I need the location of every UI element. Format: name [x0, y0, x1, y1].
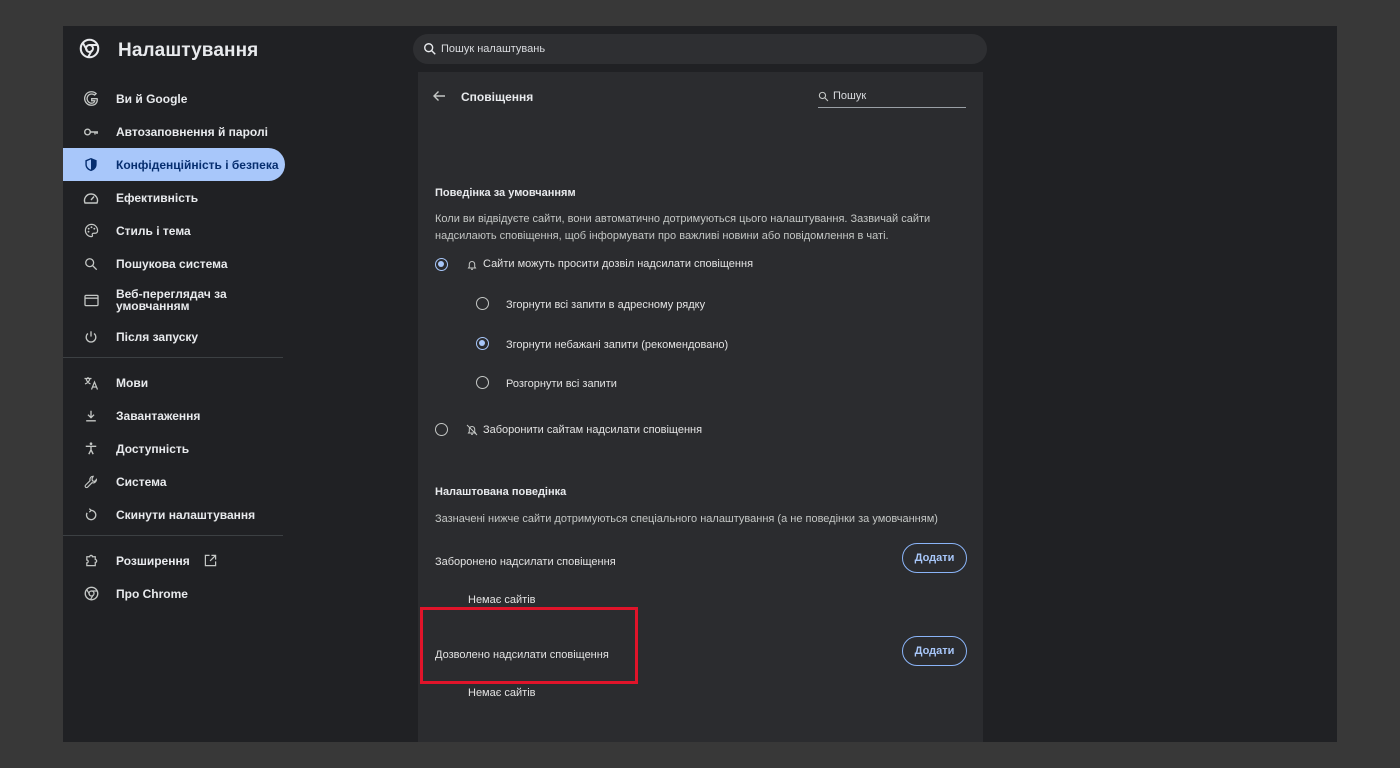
sidebar-item-about-chrome[interactable]: Про Chrome	[63, 577, 285, 610]
default-behavior-heading: Поведінка за умовчанням	[435, 187, 576, 199]
sidebar-item-appearance[interactable]: Стиль і тема	[63, 214, 285, 247]
sidebar-divider	[63, 535, 283, 536]
subpage-header: Сповіщення Пошук	[418, 72, 983, 120]
sidebar-item-label: Конфіденційність і безпека	[116, 157, 279, 172]
sidebar-item-label: Автозаповнення й паролі	[116, 124, 268, 139]
sidebar-item-label: Розширення	[116, 553, 190, 568]
key-icon	[83, 124, 99, 140]
sidebar-item-system[interactable]: Система	[63, 465, 285, 498]
sidebar-item-label: Після запуску	[116, 329, 199, 344]
sidebar-item-you-and-google[interactable]: Ви й Google	[63, 82, 285, 115]
puzzle-icon	[83, 553, 99, 569]
custom-behavior-description: Зазначені нижче сайти дотримуються спеці…	[435, 513, 938, 525]
highlight-annotation-box	[420, 607, 638, 684]
sidebar: Ви й Google Автозаповнення й паролі Конф…	[63, 82, 285, 610]
expand-all-label: Розгорнути всі запити	[506, 378, 617, 390]
sidebar-item-label: Доступність	[116, 441, 190, 456]
block-notifications-label: Заборонити сайтам надсилати сповіщення	[483, 424, 703, 436]
back-arrow-icon[interactable]	[432, 89, 446, 103]
google-g-icon	[83, 91, 99, 107]
blocked-sites-label: Заборонено надсилати сповіщення	[435, 556, 616, 568]
palette-icon	[83, 223, 99, 239]
page-title: Налаштування	[118, 40, 259, 61]
sidebar-item-label: Система	[116, 474, 167, 489]
bell-off-icon	[466, 424, 478, 436]
sidebar-item-accessibility[interactable]: Доступність	[63, 432, 285, 465]
shield-icon	[83, 157, 99, 173]
settings-search-input[interactable]: Пошук налаштувань	[413, 34, 987, 64]
sidebar-item-downloads[interactable]: Завантаження	[63, 399, 285, 432]
sidebar-item-extensions[interactable]: Розширення	[63, 544, 285, 577]
search-icon	[818, 91, 829, 102]
search-icon	[83, 256, 99, 272]
custom-behavior-heading: Налаштована поведінка	[435, 486, 567, 498]
wrench-icon	[83, 474, 99, 490]
sidebar-item-reset[interactable]: Скинути налаштування	[63, 498, 285, 531]
chrome-logo-icon	[79, 38, 100, 59]
blocked-empty-text: Немає сайтів	[468, 594, 536, 606]
allow-requests-radio[interactable]	[435, 258, 448, 271]
sidebar-item-label: Стиль і тема	[116, 223, 191, 238]
search-placeholder: Пошук налаштувань	[441, 43, 546, 55]
translate-icon	[83, 375, 99, 391]
sidebar-item-label: Ви й Google	[116, 91, 188, 106]
block-notifications-radio[interactable]	[435, 423, 448, 436]
accessibility-icon	[83, 441, 99, 457]
default-behavior-description: Коли ви відвідуєте сайти, вони автоматич…	[435, 213, 931, 242]
sidebar-item-label: Мови	[116, 375, 149, 390]
notifications-search-input[interactable]: Пошук	[818, 88, 966, 108]
reset-icon	[83, 507, 99, 523]
sidebar-item-default-browser[interactable]: Веб-переглядач за умовчанням	[63, 280, 285, 320]
sidebar-divider	[63, 357, 283, 358]
sidebar-item-performance[interactable]: Ефективність	[63, 181, 285, 214]
sidebar-item-label: Скинути налаштування	[116, 507, 256, 522]
settings-window: Налаштування Пошук налаштувань Ви й Goog…	[63, 26, 1337, 742]
subpage-title: Сповіщення	[461, 90, 534, 104]
add-allowed-site-button[interactable]: Додати	[902, 636, 967, 666]
collapse-all-radio[interactable]	[476, 297, 489, 310]
sidebar-item-autofill[interactable]: Автозаповнення й паролі	[63, 115, 285, 148]
speedometer-icon	[83, 190, 99, 206]
sidebar-item-search-engine[interactable]: Пошукова система	[63, 247, 285, 280]
collapse-unwanted-radio[interactable]	[476, 337, 489, 350]
search-placeholder: Пошук	[833, 90, 867, 102]
sidebar-item-label: Про Chrome	[116, 586, 188, 601]
sidebar-item-on-startup[interactable]: Після запуску	[63, 320, 285, 353]
top-bar: Налаштування Пошук налаштувань	[63, 26, 1337, 72]
allow-requests-label: Сайти можуть просити дозвіл надсилати сп…	[483, 258, 754, 270]
download-icon	[83, 408, 99, 424]
sidebar-item-label: Ефективність	[116, 190, 199, 205]
chrome-icon	[83, 586, 99, 602]
sidebar-item-label: Завантаження	[116, 408, 201, 423]
power-icon	[83, 329, 99, 345]
expand-all-radio[interactable]	[476, 376, 489, 389]
bell-icon	[467, 261, 477, 270]
browser-window-icon	[83, 292, 99, 308]
search-icon	[424, 43, 436, 55]
collapse-all-label: Згорнути всі запити в адресному рядку	[506, 299, 706, 311]
external-link-icon	[204, 554, 216, 567]
collapse-unwanted-label: Згорнути небажані запити (рекомендовано)	[506, 339, 729, 351]
sidebar-item-label: Пошукова система	[116, 256, 228, 271]
sidebar-item-privacy[interactable]: Конфіденційність і безпека	[63, 148, 285, 181]
sidebar-item-languages[interactable]: Мови	[63, 366, 285, 399]
allowed-empty-text: Немає сайтів	[468, 687, 536, 699]
sidebar-item-label: Веб-переглядач за умовчанням	[116, 287, 227, 313]
add-blocked-site-button[interactable]: Додати	[902, 543, 967, 573]
